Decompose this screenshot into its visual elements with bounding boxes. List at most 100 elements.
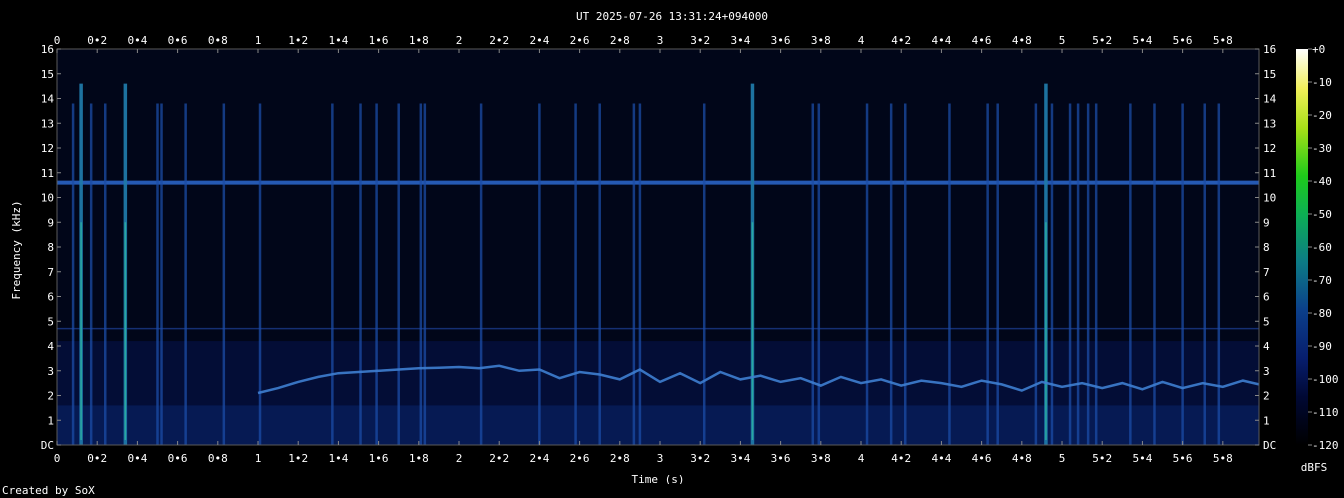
colorbar-tick-label: -20 (1312, 109, 1332, 122)
x-tick-label-bottom: 2•8 (610, 452, 630, 465)
x-tick-label-top: 4•2 (891, 34, 911, 47)
x-tick-label-bottom: 1 (255, 452, 262, 465)
y-tick-label-right: 3 (1263, 365, 1270, 378)
x-tick-label-bottom: 1•6 (369, 452, 389, 465)
x-tick-label-top: 2•4 (529, 34, 549, 47)
x-tick-label-top: 1•4 (328, 34, 348, 47)
x-tick-label-top: 2 (456, 34, 463, 47)
x-tick-label-top: 0•4 (127, 34, 147, 47)
y-tick-label-right: 1 (1263, 414, 1270, 427)
x-tick-label-top: 0•2 (87, 34, 107, 47)
y-tick-label-left: 15 (41, 68, 54, 81)
spectrogram-chart: UT 2025-07-26 13:31:24+094000 0 0•2 0•4 0•6… (10, 10, 1339, 484)
chart-title: UT 2025-07-26 13:31:24+094000 (576, 10, 768, 23)
y-tick-label-left: 10 (41, 192, 54, 205)
x-tick-label-top: 1 (255, 34, 262, 47)
y-tick-label-right: 16 (1263, 43, 1276, 56)
x-tick-label-bottom: 3•2 (690, 452, 710, 465)
x-tick-label-top: 0•6 (168, 34, 188, 47)
y-tick-label-left: 2 (47, 390, 54, 403)
y-tick-label-left: 1 (47, 414, 54, 427)
colorbar-tick-label: -70 (1312, 274, 1332, 287)
x-tick-label-top: 5•2 (1092, 34, 1112, 47)
x-tick-label-bottom: 1•4 (328, 452, 348, 465)
x-tick-label-bottom: 2•6 (570, 452, 590, 465)
x-tick-label-top: 5•8 (1213, 34, 1233, 47)
colorbar-tick-label: -90 (1312, 340, 1332, 353)
y-tick-label-right: 11 (1263, 167, 1276, 180)
x-tick-label-top: 1•6 (369, 34, 389, 47)
y-tick-label-right: 10 (1263, 192, 1276, 205)
colorbar-tick-label: -100 (1312, 373, 1339, 386)
x-tick-label-bottom: 5•4 (1132, 452, 1152, 465)
x-tick-label-top: 2•8 (610, 34, 630, 47)
colorbar-tick-label: -60 (1312, 241, 1332, 254)
y-tick-label-right: 5 (1263, 315, 1270, 328)
x-tick-label-top: 0•8 (208, 34, 228, 47)
colorbar-tick-label: +0 (1312, 43, 1325, 56)
x-tick-label-bottom: 5•8 (1213, 452, 1233, 465)
y-tick-label-left: 5 (47, 315, 54, 328)
x-tick-label-bottom: 2•4 (529, 452, 549, 465)
x-tick-label-bottom: 0 (54, 452, 61, 465)
y-tick-label-right: 4 (1263, 340, 1270, 353)
y-tick-label-right: 6 (1263, 291, 1270, 304)
y-tick-label-left: 14 (41, 93, 55, 106)
colorbar-label: dBFS (1301, 461, 1328, 474)
x-tick-label-bottom: 5•6 (1173, 452, 1193, 465)
colorbar-tick-label: -110 (1312, 406, 1339, 419)
x-tick-label-top: 4•6 (972, 34, 992, 47)
x-tick-label-bottom: 1•2 (288, 452, 308, 465)
x-tick-label-bottom: 2•2 (489, 452, 509, 465)
x-tick-label-bottom: 2 (456, 452, 463, 465)
y-tick-label-right: 8 (1263, 241, 1270, 254)
y-tick-label-left: 11 (41, 167, 54, 180)
x-tick-label-top: 4•4 (931, 34, 951, 47)
x-tick-label-bottom: 3•8 (811, 452, 831, 465)
colorbar-tick-label: -40 (1312, 175, 1332, 188)
x-tick-label-top: 3•2 (690, 34, 710, 47)
x-tick-label-top: 3•8 (811, 34, 831, 47)
x-tick-label-bottom: 0•2 (87, 452, 107, 465)
y-tick-label-right: 9 (1263, 216, 1270, 229)
y-tick-label-right: 13 (1263, 117, 1276, 130)
colorbar-tick-label: -120 (1312, 439, 1339, 452)
x-tick-label-bottom: 5 (1059, 452, 1066, 465)
x-tick-label-bottom: 0•4 (127, 452, 147, 465)
x-tick-label-bottom: 4•4 (931, 452, 951, 465)
y-tick-label-left: 7 (47, 266, 54, 279)
x-tick-label-top: 1•2 (288, 34, 308, 47)
y-tick-label-right: 2 (1263, 390, 1270, 403)
x-tick-label-bottom: 3 (657, 452, 664, 465)
y-tick-label-right: 7 (1263, 266, 1270, 279)
x-tick-label-bottom: 4 (858, 452, 865, 465)
x-tick-label-top: 2•2 (489, 34, 509, 47)
x-tick-label-top: 1•8 (409, 34, 429, 47)
credit-text: Created by SoX (2, 484, 95, 497)
y-tick-label-left: 8 (47, 241, 54, 254)
x-tick-label-top: 2•6 (570, 34, 590, 47)
colorbar-ticks: +0 -10 -20 -30 -40 -50 -60 -70 -80 -90 -100 -110 -12… (1308, 43, 1339, 452)
y-tick-label-left: 16 (41, 43, 54, 56)
y-tick-label-right: DC (1263, 439, 1276, 452)
x-tick-label-top: 4 (858, 34, 865, 47)
x-tick-label-bottom: 3•4 (730, 452, 750, 465)
y-tick-label-left: 4 (47, 340, 54, 353)
colorbar (1296, 49, 1308, 445)
x-tick-label-top: 5•4 (1132, 34, 1152, 47)
x-tick-label-top: 3•6 (771, 34, 791, 47)
y-tick-label-right: 12 (1263, 142, 1276, 155)
y-axis-label: Frequency (kHz) (10, 200, 23, 299)
y-tick-label-left: 9 (47, 216, 54, 229)
x-tick-label-bottom: 3•6 (771, 452, 791, 465)
x-tick-label-top: 0 (54, 34, 61, 47)
x-tick-label-bottom: 1•8 (409, 452, 429, 465)
x-tick-label-bottom: 0•8 (208, 452, 228, 465)
x-tick-label-top: 5•6 (1173, 34, 1193, 47)
colorbar-tick-label: -10 (1312, 76, 1332, 89)
colorbar-tick-label: -50 (1312, 208, 1332, 221)
y-tick-label-left: DC (41, 439, 54, 452)
y-tick-label-left: 12 (41, 142, 54, 155)
x-tick-label-bottom: 5•2 (1092, 452, 1112, 465)
colorbar-tick-label: -30 (1312, 142, 1332, 155)
